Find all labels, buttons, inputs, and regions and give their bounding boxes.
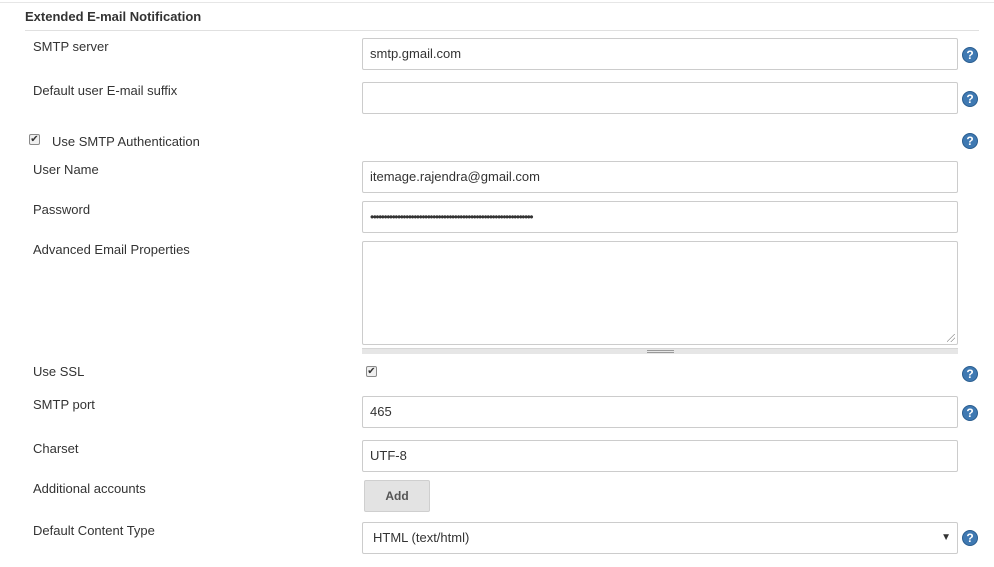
add-account-button[interactable]: Add	[364, 480, 430, 512]
content-type-label: Default Content Type	[33, 523, 155, 538]
content-type-value: HTML (text/html)	[373, 530, 470, 545]
resize-grip-icon[interactable]	[947, 334, 955, 342]
chevron-down-icon[interactable]: ▼	[941, 523, 951, 553]
use-ssl-label: Use SSL	[33, 364, 85, 379]
use-ssl-help-icon[interactable]: ?	[962, 366, 978, 382]
username-input[interactable]: itemage.rajendra@gmail.com	[362, 161, 958, 193]
additional-accounts-label: Additional accounts	[33, 481, 146, 496]
smtp-server-help-icon[interactable]: ?	[962, 47, 978, 63]
advanced-props-label: Advanced Email Properties	[33, 242, 190, 257]
smtp-port-help-icon[interactable]: ?	[962, 405, 978, 421]
content-type-help-icon[interactable]: ?	[962, 530, 978, 546]
use-ssl-checkbox[interactable]: ✔	[366, 366, 377, 377]
smtp-auth-label: Use SMTP Authentication	[52, 134, 200, 149]
username-label: User Name	[33, 162, 99, 177]
smtp-auth-checkbox[interactable]: ✔	[29, 134, 40, 145]
content-type-select[interactable]: HTML (text/html) ▼	[362, 522, 958, 554]
charset-input[interactable]: UTF-8	[362, 440, 958, 472]
smtp-port-label: SMTP port	[33, 397, 95, 412]
smtp-server-label: SMTP server	[33, 39, 109, 54]
advanced-props-textarea[interactable]	[362, 241, 958, 345]
password-label: Password	[33, 202, 91, 217]
email-suffix-label: Default user E-mail suffix	[33, 83, 178, 98]
section-divider	[25, 30, 979, 31]
resize-handle-icon[interactable]	[647, 350, 674, 353]
charset-label: Charset	[33, 441, 79, 456]
smtp-server-input[interactable]: smtp.gmail.com	[362, 38, 958, 70]
email-suffix-help-icon[interactable]: ?	[962, 91, 978, 107]
smtp-auth-help-icon[interactable]: ?	[962, 133, 978, 149]
smtp-port-input[interactable]: 465	[362, 396, 958, 428]
top-divider	[0, 2, 994, 3]
password-input[interactable]: ••••••••••••••••••••••••••••••••••••••••…	[362, 201, 958, 233]
email-suffix-input[interactable]	[362, 82, 958, 114]
section-title: Extended E-mail Notification	[25, 9, 202, 24]
